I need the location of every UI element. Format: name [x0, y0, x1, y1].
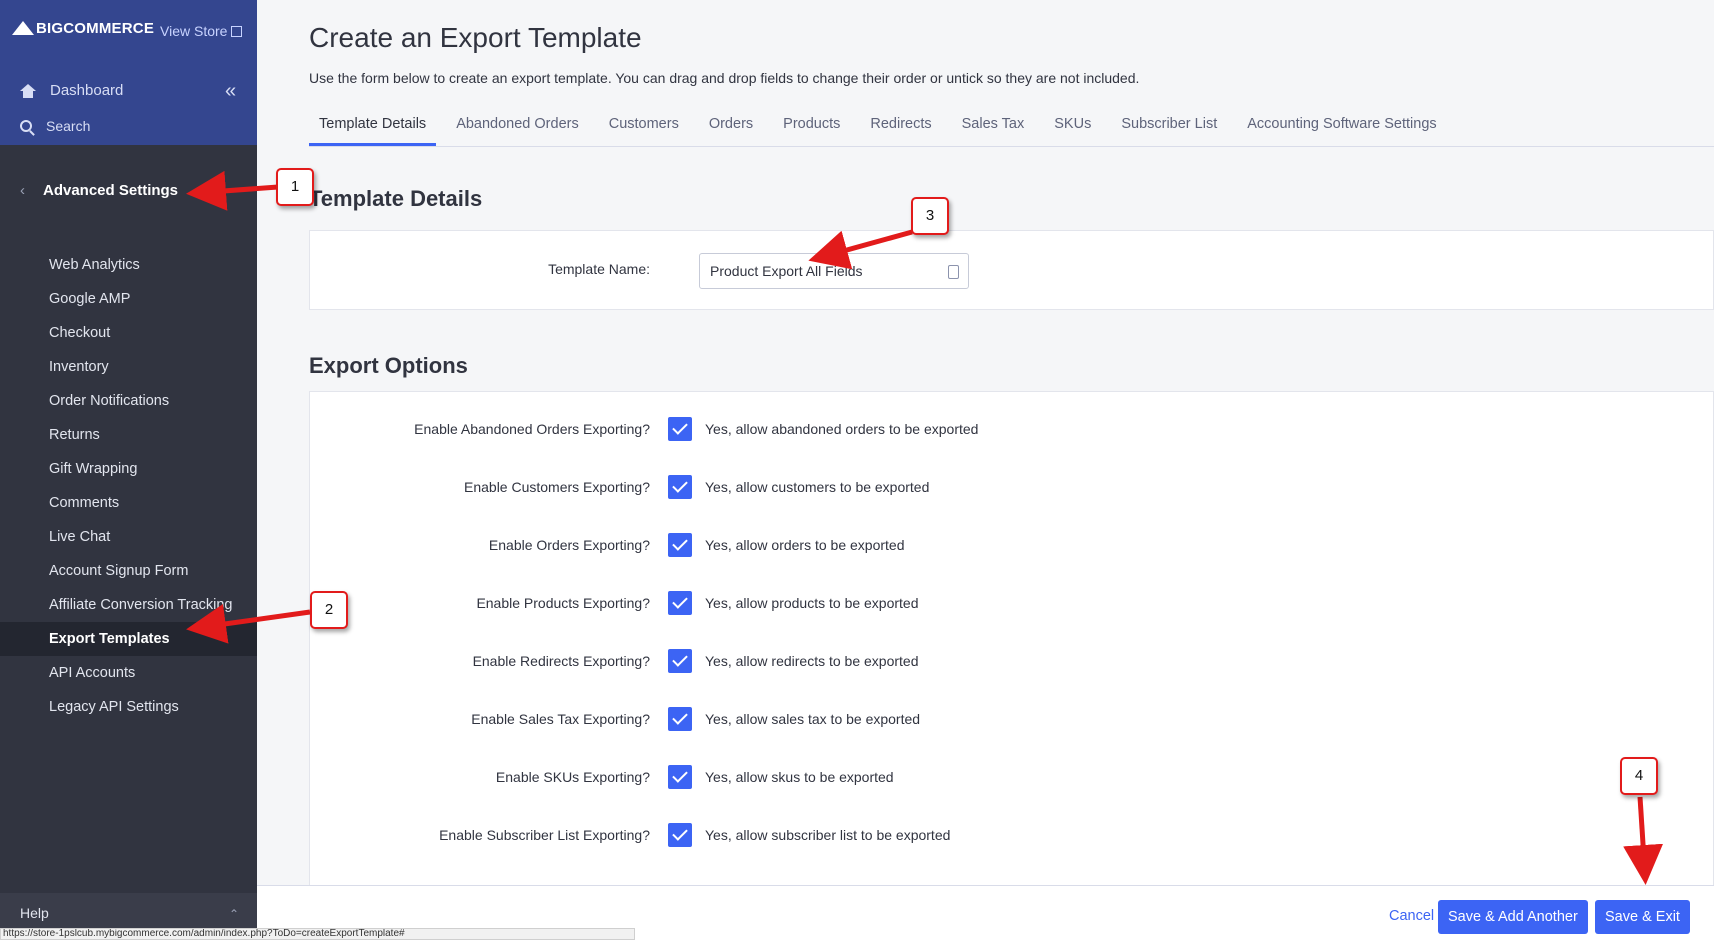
- sidebar-item-gift-wrapping[interactable]: Gift Wrapping: [0, 452, 257, 486]
- export-option-label: Enable Customers Exporting?: [464, 479, 650, 495]
- view-store-link[interactable]: View Store: [160, 23, 243, 39]
- settings-menu: Web Analytics Google AMP Checkout Inventory…: [0, 248, 257, 724]
- tab-orders[interactable]: Orders: [699, 110, 763, 146]
- sidebar: BIGCOMMERCE View Store Dashboard « Searc…: [0, 0, 257, 940]
- template-details-panel: Template Name:: [309, 230, 1714, 310]
- annotation-callout-2: 2: [310, 591, 348, 629]
- tab-subscriber-list[interactable]: Subscriber List: [1111, 110, 1227, 146]
- chevron-left-icon: ‹: [20, 182, 25, 199]
- export-options-panel: Enable Abandoned Orders Exporting? Yes, a…: [309, 391, 1714, 891]
- sidebar-item-affiliate-conversion-tracking[interactable]: Affiliate Conversion Tracking: [0, 588, 257, 622]
- page-title: Create an Export Template: [309, 22, 642, 53]
- sidebar-item-export-templates[interactable]: Export Templates: [0, 622, 257, 656]
- export-option-row: Enable Customers Exporting? Yes, allow cu…: [310, 473, 1714, 503]
- template-details-heading: Template Details: [309, 186, 483, 211]
- sidebar-item-web-analytics[interactable]: Web Analytics: [0, 248, 257, 282]
- export-option-row: Enable Orders Exporting? Yes, allow order…: [310, 531, 1714, 561]
- sidebar-item-google-amp[interactable]: Google AMP: [0, 282, 257, 316]
- password-manager-icon[interactable]: [948, 265, 959, 279]
- tab-redirects[interactable]: Redirects: [860, 110, 941, 146]
- tab-template-details[interactable]: Template Details: [309, 110, 437, 146]
- advanced-settings-back[interactable]: ‹ Advanced Settings: [20, 182, 178, 199]
- export-option-row: Enable Redirects Exporting? Yes, allow re…: [310, 647, 1714, 677]
- export-option-label: Enable Subscriber List Exporting?: [439, 827, 650, 843]
- export-option-checkbox-label[interactable]: Yes, allow products to be exported: [705, 595, 919, 611]
- export-option-checkbox[interactable]: [668, 649, 692, 673]
- export-option-row: Enable Products Exporting? Yes, allow pro…: [310, 589, 1714, 619]
- export-option-checkbox-label[interactable]: Yes, allow abandoned orders to be export…: [705, 421, 978, 437]
- export-option-checkbox-label[interactable]: Yes, allow sales tax to be exported: [705, 711, 920, 727]
- cancel-button[interactable]: Cancel: [1389, 908, 1434, 924]
- template-name-label: Template Name:: [548, 261, 650, 277]
- collapse-sidebar-icon[interactable]: «: [225, 80, 236, 103]
- save-add-another-button[interactable]: Save & Add Another: [1438, 900, 1588, 934]
- search-icon: [20, 120, 32, 132]
- export-option-row: Enable SKUs Exporting? Yes, allow skus to…: [310, 763, 1714, 793]
- export-option-label: Enable Redirects Exporting?: [472, 653, 650, 669]
- export-option-label: Enable SKUs Exporting?: [495, 769, 650, 785]
- tab-abandoned-orders[interactable]: Abandoned Orders: [446, 110, 589, 146]
- export-option-label: Enable Orders Exporting?: [488, 537, 650, 553]
- sidebar-item-comments[interactable]: Comments: [0, 486, 257, 520]
- sidebar-item-account-signup-form[interactable]: Account Signup Form: [0, 554, 257, 588]
- browser-status-url: https://store-1pslcub.mybigcommerce.com/…: [0, 928, 635, 940]
- main-content: Create an Export Template Use the form b…: [257, 0, 1714, 940]
- export-option-checkbox[interactable]: [668, 765, 692, 789]
- tab-sales-tax[interactable]: Sales Tax: [952, 110, 1035, 146]
- nav-dashboard[interactable]: Dashboard: [20, 82, 123, 99]
- sidebar-header: BIGCOMMERCE View Store Dashboard « Searc…: [0, 0, 257, 145]
- tab-accounting-software-settings[interactable]: Accounting Software Settings: [1237, 110, 1446, 146]
- sidebar-item-inventory[interactable]: Inventory: [0, 350, 257, 384]
- export-option-checkbox-label[interactable]: Yes, allow redirects to be exported: [705, 653, 919, 669]
- export-option-checkbox-label[interactable]: Yes, allow subscriber list to be exporte…: [705, 827, 950, 843]
- tab-products[interactable]: Products: [773, 110, 850, 146]
- sidebar-item-api-accounts[interactable]: API Accounts: [0, 656, 257, 690]
- annotation-callout-4: 4: [1620, 757, 1658, 795]
- export-option-row: Enable Sales Tax Exporting? Yes, allow sa…: [310, 705, 1714, 735]
- export-option-label: Enable Sales Tax Exporting?: [471, 711, 650, 727]
- export-option-checkbox-label[interactable]: Yes, allow customers to be exported: [705, 479, 929, 495]
- export-option-checkbox[interactable]: [668, 591, 692, 615]
- export-option-checkbox[interactable]: [668, 417, 692, 441]
- export-option-row: Enable Subscriber List Exporting? Yes, al…: [310, 821, 1714, 851]
- tab-skus[interactable]: SKUs: [1044, 110, 1101, 146]
- sidebar-item-checkout[interactable]: Checkout: [0, 316, 257, 350]
- home-icon: [20, 83, 36, 98]
- sidebar-item-returns[interactable]: Returns: [0, 418, 257, 452]
- save-exit-button[interactable]: Save & Exit: [1595, 900, 1690, 934]
- export-option-checkbox-label[interactable]: Yes, allow skus to be exported: [705, 769, 894, 785]
- sidebar-item-live-chat[interactable]: Live Chat: [0, 520, 257, 554]
- chevron-up-icon: ⌃: [228, 907, 239, 921]
- template-name-input[interactable]: [699, 253, 969, 289]
- bigcommerce-logo[interactable]: BIGCOMMERCE: [12, 20, 154, 37]
- export-option-checkbox[interactable]: [668, 707, 692, 731]
- export-option-row: Enable Abandoned Orders Exporting? Yes, a…: [310, 415, 1714, 445]
- nav-search[interactable]: Search: [20, 118, 90, 134]
- annotation-callout-1: 1: [276, 168, 314, 206]
- export-option-checkbox-label[interactable]: Yes, allow orders to be exported: [705, 537, 905, 553]
- export-option-label: Enable Products Exporting?: [476, 595, 650, 611]
- tab-customers[interactable]: Customers: [599, 110, 689, 146]
- export-option-checkbox[interactable]: [668, 475, 692, 499]
- export-option-checkbox[interactable]: [668, 533, 692, 557]
- export-option-checkbox[interactable]: [668, 823, 692, 847]
- export-options-heading: Export Options: [309, 353, 468, 378]
- tab-bar: Template Details Abandoned Orders Customer…: [309, 110, 1714, 147]
- page-description: Use the form below to create an export t…: [309, 70, 1140, 86]
- annotation-callout-3: 3: [911, 197, 949, 235]
- export-option-label: Enable Abandoned Orders Exporting?: [414, 421, 650, 437]
- external-link-icon: [231, 26, 243, 37]
- sidebar-item-legacy-api-settings[interactable]: Legacy API Settings: [0, 690, 257, 724]
- sidebar-item-order-notifications[interactable]: Order Notifications: [0, 384, 257, 418]
